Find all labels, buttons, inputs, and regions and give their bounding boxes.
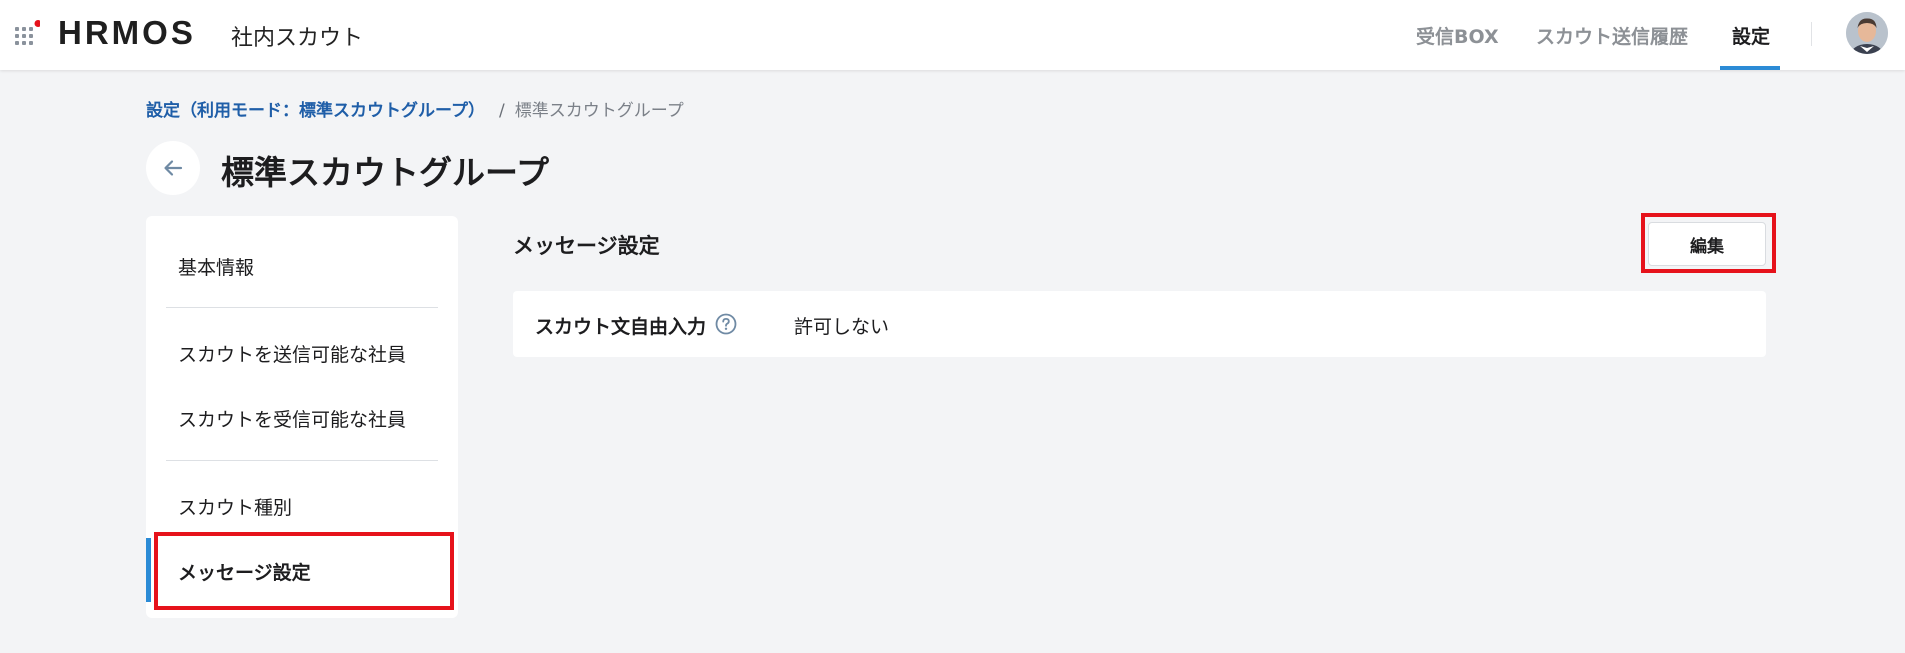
sidebar-item-message-settings[interactable]: メッセージ設定 xyxy=(178,558,311,585)
setting-value: 許可しない xyxy=(794,316,890,338)
sidebar-divider xyxy=(166,460,438,461)
sidebar-active-indicator xyxy=(146,538,151,602)
section-title: メッセージ設定 xyxy=(513,234,660,258)
edit-button[interactable]: 編集 xyxy=(1648,222,1766,266)
nav-inbox[interactable]: 受信BOX xyxy=(1416,22,1499,49)
sidebar-item-receivers[interactable]: スカウトを受信可能な社員 xyxy=(178,405,406,432)
top-header: HRMOS 社内スカウト 受信BOX スカウト送信履歴 設定 xyxy=(0,0,1905,70)
nav-scout-history[interactable]: スカウト送信履歴 xyxy=(1536,22,1688,49)
nav-divider xyxy=(1811,22,1812,46)
arrow-left-icon xyxy=(164,160,183,176)
nav-settings[interactable]: 設定 xyxy=(1732,22,1770,49)
breadcrumb: 設定（利用モード：標準スカウトグループ） / 標準スカウトグループ xyxy=(146,96,684,121)
breadcrumb-settings-link[interactable]: 設定（利用モード：標準スカウトグループ） xyxy=(146,101,485,121)
sidebar-item-basic-info[interactable]: 基本情報 xyxy=(178,253,254,280)
sidebar-divider xyxy=(166,307,438,308)
back-button[interactable] xyxy=(146,141,200,195)
page-title: 標準スカウトグループ xyxy=(221,153,550,192)
sidebar-item-senders[interactable]: スカウトを送信可能な社員 xyxy=(178,340,406,367)
breadcrumb-separator: / xyxy=(498,101,505,121)
setting-label: スカウト文自由入力 xyxy=(535,316,707,338)
user-avatar[interactable] xyxy=(1846,12,1888,54)
setting-row: スカウト文自由入力 許可しない xyxy=(513,291,1766,357)
question-circle-icon[interactable] xyxy=(715,313,737,335)
breadcrumb-current: 標準スカウトグループ xyxy=(514,101,684,121)
sidebar-item-scout-types[interactable]: スカウト種別 xyxy=(178,493,292,520)
hrmos-logo[interactable]: HRMOS xyxy=(58,14,196,52)
nav-active-indicator xyxy=(1720,66,1780,70)
settings-sidebar: 基本情報 スカウトを送信可能な社員 スカウトを受信可能な社員 スカウト種別 メッ… xyxy=(146,216,458,618)
apps-grid-icon[interactable] xyxy=(14,20,40,46)
product-name: 社内スカウト xyxy=(231,26,364,51)
user-portrait-icon xyxy=(1846,12,1888,54)
